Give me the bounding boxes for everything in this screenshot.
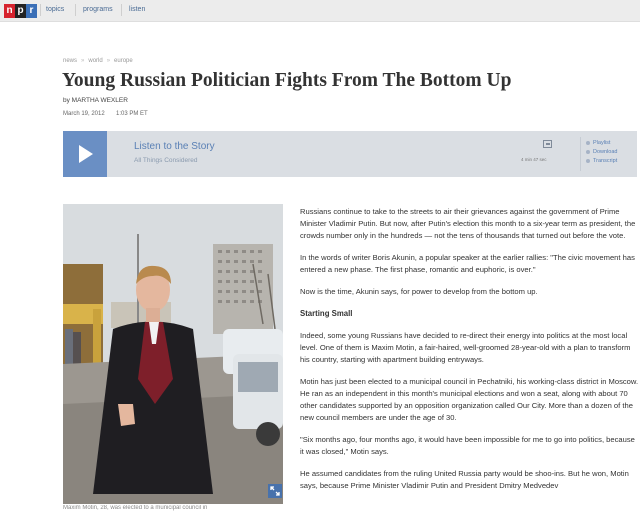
program-name[interactable]: All Things Considered — [134, 157, 197, 164]
play-button[interactable] — [63, 131, 107, 177]
paragraph: "Six months ago, four months ago, it wou… — [300, 435, 635, 456]
download-link[interactable]: Download — [586, 149, 617, 155]
playlist-link[interactable]: Playlist — [586, 140, 617, 146]
top-nav: n p r topics programs listen — [0, 0, 640, 22]
breadcrumb-world[interactable]: world — [88, 58, 102, 64]
nav-divider — [121, 4, 122, 16]
transcript-label: Transcript — [593, 158, 618, 164]
audio-duration: 4 min 47 sec — [521, 157, 547, 162]
expand-arrows — [270, 486, 280, 496]
article-date: March 19, 2012 — [63, 111, 105, 117]
breadcrumb-separator: » — [106, 58, 111, 64]
article-photo — [63, 204, 283, 504]
playlist-label: Playlist — [593, 140, 611, 146]
breadcrumb-news[interactable]: news — [63, 58, 77, 64]
nav-topics-link[interactable]: topics — [46, 6, 64, 13]
logo-letter-r: r — [26, 4, 37, 18]
transcript-link[interactable]: Transcript — [586, 158, 617, 164]
player-divider — [580, 137, 581, 171]
paragraph: He assumed candidates from the ruling Un… — [300, 469, 629, 490]
article-title: Young Russian Politician Fights From The… — [62, 70, 512, 91]
paragraph: Indeed, some young Russians have decided… — [300, 331, 631, 364]
paragraph: Russians continue to take to the streets… — [300, 207, 636, 240]
nav-divider — [75, 4, 76, 16]
paragraph: Now is the time, Akunin says, for power … — [300, 287, 538, 296]
play-icon — [79, 145, 93, 163]
byline[interactable]: by MARTHA WEXLER — [63, 97, 128, 104]
download-label: Download — [593, 149, 618, 155]
section-heading: Starting Small — [300, 309, 353, 318]
nav-listen-link[interactable]: listen — [129, 6, 145, 13]
nav-programs-link[interactable]: programs — [83, 6, 113, 13]
paragraph: Motin has just been elected to a municip… — [300, 377, 639, 422]
breadcrumb-separator: » — [81, 58, 85, 64]
paragraph: In the words of writer Boris Akunin, a p… — [300, 253, 635, 274]
player-links: Playlist Download Transcript — [586, 140, 617, 164]
embed-icon[interactable] — [543, 140, 552, 148]
nav-divider — [40, 4, 41, 16]
photo-illustration — [63, 204, 283, 504]
dateline: March 19, 2012 1:03 PM ET — [63, 111, 148, 117]
breadcrumb: news » world » europe — [63, 58, 133, 64]
npr-logo[interactable]: n p r — [4, 4, 37, 18]
bullet-icon — [586, 150, 590, 154]
expand-icon[interactable] — [268, 484, 282, 498]
bullet-icon — [586, 141, 590, 145]
audio-player: Listen to the Story All Things Considere… — [63, 131, 637, 177]
article-time: 1:03 PM ET — [116, 111, 148, 117]
bullet-icon — [586, 159, 590, 163]
logo-letter-n: n — [4, 4, 15, 18]
photo-caption: Maxim Motin, 28, was elected to a munici… — [63, 505, 208, 511]
article-body: Russians continue to take to the streets… — [300, 206, 640, 502]
logo-letter-p: p — [15, 4, 26, 18]
listen-to-story-label[interactable]: Listen to the Story — [134, 141, 215, 152]
breadcrumb-europe[interactable]: europe — [114, 58, 133, 64]
